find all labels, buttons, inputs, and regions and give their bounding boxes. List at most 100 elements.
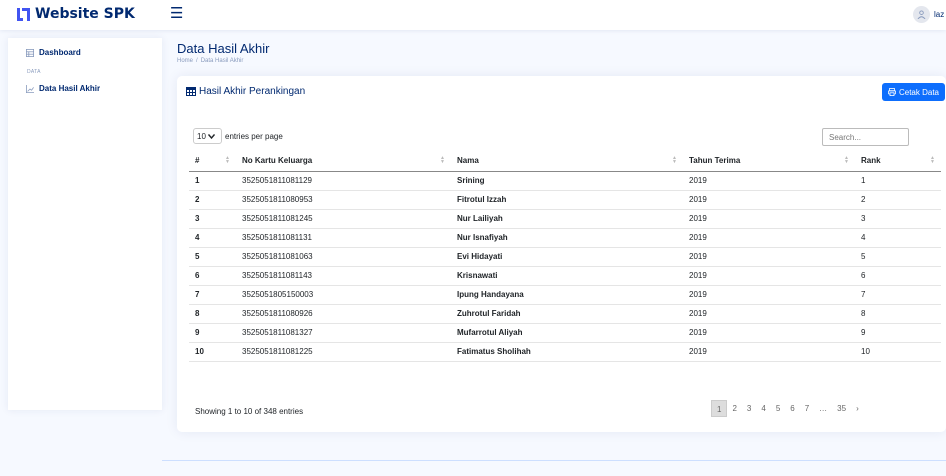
- column-header-no-kk[interactable]: No Kartu Keluarga ▲ ▼: [236, 150, 451, 172]
- column-header-tahun[interactable]: Tahun Terima ▲ ▼: [683, 150, 855, 172]
- pagination: 1 2 3 4 5 6 7 … 35 ›: [711, 400, 864, 417]
- row-no-kk: 3525051811081143: [236, 266, 451, 286]
- table-icon: [186, 87, 196, 96]
- row-rank: 6: [855, 266, 941, 286]
- row-number: 1: [189, 171, 236, 191]
- row-number: 9: [189, 323, 236, 343]
- sidebar: Dashboard DATA Data Hasil Akhir: [8, 38, 162, 410]
- page-title: Data Hasil Akhir: [177, 41, 270, 56]
- breadcrumb-home[interactable]: Home: [177, 58, 193, 64]
- grid-icon: [26, 48, 34, 57]
- row-no-kk: 3525051811081129: [236, 171, 451, 191]
- sidebar-item-data-hasil-akhir[interactable]: Data Hasil Akhir: [26, 84, 100, 93]
- brand-logo[interactable]: Website SPK: [17, 6, 135, 22]
- row-rank: 10: [855, 342, 941, 362]
- sort-icon: ▲ ▼: [844, 155, 849, 165]
- row-no-kk: 3525051811080953: [236, 190, 451, 210]
- row-nama: Zuhrotul Faridah: [451, 304, 683, 324]
- sidebar-item-label: Dashboard: [39, 48, 81, 57]
- printer-icon: [887, 88, 896, 96]
- print-data-label: Cetak Data: [898, 87, 939, 97]
- row-number: 7: [189, 285, 236, 305]
- footer-divider: [162, 460, 946, 461]
- breadcrumb-separator: /: [196, 58, 198, 64]
- card-title-text: Hasil Akhir Perankingan: [199, 86, 306, 97]
- row-rank: 9: [855, 323, 941, 343]
- row-nama: Nur Isnafiyah: [451, 228, 683, 248]
- pagination-ellipsis: …: [819, 404, 828, 413]
- page-button[interactable]: 35: [832, 400, 851, 417]
- user-profile[interactable]: laz: [913, 6, 946, 23]
- table-row: 3 3525051811081245 Nur Lailiyah 2019 3: [189, 209, 941, 229]
- search-input[interactable]: Search...: [822, 128, 909, 146]
- sort-icon: ▲ ▼: [930, 155, 935, 165]
- row-rank: 3: [855, 209, 941, 229]
- page-button[interactable]: 7: [800, 400, 814, 417]
- page-button[interactable]: 4: [756, 400, 770, 417]
- menu-toggle-icon[interactable]: ☰: [170, 6, 183, 21]
- next-page-button[interactable]: ›: [851, 400, 864, 417]
- row-nama: Fatimatus Sholihah: [451, 342, 683, 362]
- breadcrumb: Home / Data Hasil Akhir: [177, 58, 269, 64]
- page-button[interactable]: 6: [785, 400, 799, 417]
- table-row: 6 3525051811081143 Krisnawati 2019 6: [189, 266, 941, 286]
- sidebar-item-dashboard[interactable]: Dashboard: [26, 48, 81, 57]
- row-nama: Mufarrotul Aliyah: [451, 323, 683, 343]
- card-title: Hasil Akhir Perankingan: [186, 86, 305, 97]
- chart-line-icon: [26, 84, 34, 93]
- column-header-rank[interactable]: Rank ▲ ▼: [855, 150, 941, 172]
- print-data-button[interactable]: Cetak Data: [881, 83, 945, 101]
- table-row: 10 3525051811081225 Fatimatus Sholihah 2019…: [189, 342, 941, 362]
- row-no-kk: 3525051805150003: [236, 285, 451, 305]
- row-tahun: 2019: [683, 285, 855, 305]
- results-card: Hasil Akhir Perankingan Cetak Data 10 en…: [177, 76, 946, 432]
- page-title-block: Data Hasil Akhir Home / Data Hasil Akhir: [177, 41, 269, 64]
- sort-icon: ▲ ▼: [440, 155, 445, 165]
- row-number: 2: [189, 190, 236, 210]
- row-no-kk: 3525051811081245: [236, 209, 451, 229]
- row-number: 10: [189, 342, 236, 362]
- page-button[interactable]: 2: [727, 400, 741, 417]
- row-rank: 5: [855, 247, 941, 267]
- sidebar-item-label: Data Hasil Akhir: [39, 84, 101, 93]
- ranking-table: # ▲ ▼ No Kartu Keluarga ▲ ▼ Nama ▲ ▼ Tahun Ter…: [189, 150, 941, 362]
- row-number: 3: [189, 209, 236, 229]
- row-nama: Krisnawati: [451, 266, 683, 286]
- row-no-kk: 3525051811081225: [236, 342, 451, 362]
- row-rank: 2: [855, 190, 941, 210]
- row-nama: Nur Lailiyah: [451, 209, 683, 229]
- row-rank: 4: [855, 228, 941, 248]
- row-no-kk: 3525051811081131: [236, 228, 451, 248]
- page-button[interactable]: 1: [711, 400, 728, 417]
- top-header: Website SPK ☰ laz: [0, 0, 946, 30]
- table-row: 1 3525051811081129 Srining 2019 1: [189, 171, 941, 191]
- row-no-kk: 3525051811081327: [236, 323, 451, 343]
- row-no-kk: 3525051811080926: [236, 304, 451, 324]
- row-rank: 7: [855, 285, 941, 305]
- row-rank: 1: [855, 171, 941, 191]
- row-tahun: 2019: [683, 247, 855, 267]
- page-button[interactable]: 5: [771, 400, 785, 417]
- logo-icon: [17, 7, 30, 21]
- row-nama: Srining: [451, 171, 683, 191]
- table-row: 5 3525051811081063 Evi Hidayati 2019 5: [189, 247, 941, 267]
- row-tahun: 2019: [683, 342, 855, 362]
- column-header-nama[interactable]: Nama ▲ ▼: [451, 150, 683, 172]
- row-number: 4: [189, 228, 236, 248]
- page-button[interactable]: 3: [742, 400, 756, 417]
- page-size-value: 10: [197, 131, 206, 141]
- user-name: laz: [934, 10, 945, 19]
- row-tahun: 2019: [683, 171, 855, 191]
- sidebar-heading: DATA: [27, 69, 41, 75]
- brand-name: Website SPK: [35, 6, 135, 22]
- page-size-select[interactable]: 10: [193, 128, 222, 144]
- row-tahun: 2019: [683, 304, 855, 324]
- table-row: 7 3525051805150003 Ipung Handayana 2019 7: [189, 285, 941, 305]
- chevron-down-icon: [207, 133, 215, 139]
- table-header-row: # ▲ ▼ No Kartu Keluarga ▲ ▼ Nama ▲ ▼ Tahun Ter…: [189, 150, 941, 172]
- table-row: 8 3525051811080926 Zuhrotul Faridah 2019 8: [189, 304, 941, 324]
- row-rank: 8: [855, 304, 941, 324]
- column-header-number[interactable]: # ▲ ▼: [189, 150, 236, 172]
- sort-icon: ▲ ▼: [225, 155, 230, 165]
- user-icon: [913, 6, 930, 23]
